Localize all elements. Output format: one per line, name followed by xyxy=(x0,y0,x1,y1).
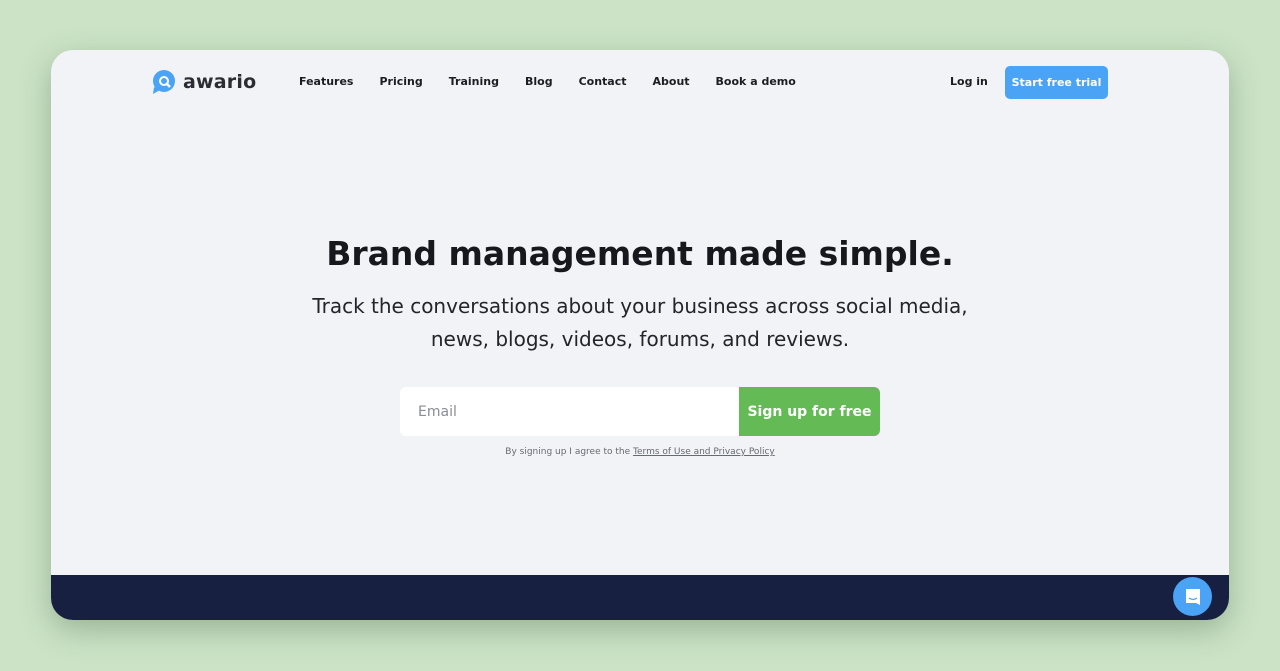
awario-logo-icon xyxy=(153,70,175,94)
logo[interactable]: awario xyxy=(151,69,256,95)
chat-button[interactable] xyxy=(1173,577,1212,616)
nav-book-demo[interactable]: Book a demo xyxy=(716,75,796,88)
signup-form: Sign up for free xyxy=(400,387,880,436)
nav-training[interactable]: Training xyxy=(449,75,499,88)
nav-blog[interactable]: Blog xyxy=(525,75,553,88)
subtitle-line: news, blogs, videos, forums, and reviews… xyxy=(430,327,850,351)
nav-about[interactable]: About xyxy=(653,75,690,88)
login-link[interactable]: Log in xyxy=(950,75,988,88)
nav-pricing[interactable]: Pricing xyxy=(379,75,422,88)
chat-icon xyxy=(1185,588,1200,605)
footer-band xyxy=(51,575,1229,620)
terms-link[interactable]: Terms of Use and Privacy Policy xyxy=(633,447,775,457)
nav-contact[interactable]: Contact xyxy=(579,75,627,88)
signup-button[interactable]: Sign up for free xyxy=(739,387,880,436)
nav-features[interactable]: Features xyxy=(299,75,353,88)
logo-text: awario xyxy=(183,71,257,93)
top-nav: awario Features Pricing Training Blog Co… xyxy=(51,66,1229,100)
start-free-trial-button[interactable]: Start free trial xyxy=(1005,66,1108,99)
hero-title: Brand management made simple. xyxy=(326,234,954,273)
terms-prefix: By signing up I agree to the xyxy=(505,447,634,457)
browser-window: awario Features Pricing Training Blog Co… xyxy=(51,50,1229,620)
hero-subtitle: Track the conversations about your busin… xyxy=(51,290,1229,356)
terms-text: By signing up I agree to the Terms of Us… xyxy=(51,447,1229,457)
subtitle-line: Track the conversations about your busin… xyxy=(312,294,968,318)
email-input[interactable] xyxy=(400,387,739,436)
